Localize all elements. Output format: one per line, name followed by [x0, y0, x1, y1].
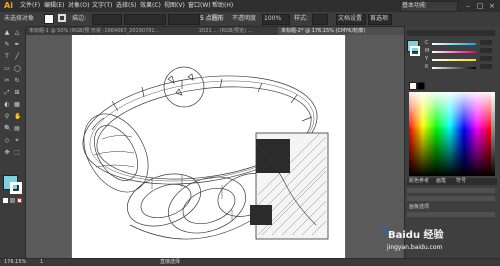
color-mode-button[interactable]	[3, 198, 8, 203]
menu-object[interactable]: 对象(O)	[68, 1, 89, 11]
menu-edit[interactable]: 编辑(E)	[44, 1, 64, 11]
gradient-tool-icon[interactable]: ▦	[14, 102, 20, 108]
zoom-tool-icon[interactable]: 🔍	[4, 126, 11, 132]
perspective-grid-icon[interactable]: ⬚	[14, 150, 20, 156]
type-tool-icon[interactable]: T	[4, 54, 10, 60]
ellipse-tool-icon[interactable]: ◯	[14, 66, 21, 72]
value-field-m[interactable]	[480, 48, 492, 53]
slider-m[interactable]	[432, 51, 476, 53]
stroke-label: 描边:	[72, 15, 87, 22]
value-field-c[interactable]	[480, 40, 492, 45]
slider-k[interactable]	[432, 67, 476, 69]
none-mode-button[interactable]	[17, 198, 22, 203]
rectangle-tool-icon[interactable]: ▭	[4, 66, 10, 72]
current-tool-status: 直接选择	[160, 259, 181, 265]
panel-row-1[interactable]	[407, 188, 495, 193]
slider-c[interactable]	[432, 43, 476, 45]
brush-tool-icon[interactable]: ✒	[14, 42, 20, 48]
graph-tool-icon[interactable]: ▤	[14, 126, 20, 132]
preferences-label: 首选项	[370, 15, 389, 22]
hand-tool-icon[interactable]: ✋	[14, 114, 21, 120]
app-logo: Ai	[4, 1, 13, 10]
symbol-sprayer-icon[interactable]: ✥	[4, 150, 10, 156]
slider-label-y: Y	[425, 56, 429, 62]
menu-view[interactable]: 视图(V)	[164, 1, 185, 11]
artboard-tool-icon[interactable]: ◇	[4, 138, 10, 144]
document-setup-label: 文档设置	[338, 15, 363, 22]
tab-document-1[interactable]: 未标题-1 @ 50% (RGB/预览)	[26, 27, 90, 35]
opacity-label: 不透明度	[232, 15, 257, 22]
white-swatch[interactable]	[409, 82, 417, 90]
selection-status: 未选择对象	[4, 15, 35, 22]
menu-select[interactable]: 选择(S)	[116, 1, 137, 11]
mesh-tool-icon[interactable]: ⊞	[14, 90, 20, 96]
menu-file[interactable]: 文件(F)	[20, 1, 40, 11]
fill-swatch-small[interactable]	[44, 14, 54, 24]
selection-tool-icon[interactable]: ▲	[4, 30, 10, 36]
page-number[interactable]: 1	[40, 259, 43, 265]
direct-selection-tool-icon[interactable]: △	[14, 30, 20, 36]
tab-document-3[interactable]: 2021 ... (RGB/预览) ...	[196, 27, 280, 35]
value-field-y[interactable]	[480, 56, 492, 61]
workspace-label: 基本功能	[402, 2, 427, 9]
variable-width-select[interactable]	[124, 14, 166, 25]
graphic-style-select[interactable]	[312, 14, 328, 25]
slider-label-m: M	[425, 48, 430, 54]
black-swatch[interactable]	[417, 82, 425, 90]
maximize-button[interactable]: □	[475, 1, 485, 11]
panel-tab-brushes[interactable]: 画笔	[436, 178, 446, 185]
watermark-url: jingyan.baidu.com	[387, 244, 443, 251]
color-panel-header	[407, 30, 495, 36]
tab-document-2[interactable]: 形状 -1664067_20190701...	[88, 27, 198, 35]
gradient-mode-button[interactable]	[10, 198, 15, 203]
panel-section-label: 画板选项	[409, 204, 430, 210]
close-button[interactable]: ×	[487, 1, 497, 11]
menu-window[interactable]: 窗口(W)	[188, 1, 211, 11]
panel-tab-color-guide[interactable]: 颜色参考	[409, 178, 429, 185]
value-field-k[interactable]	[480, 64, 492, 69]
scale-tool-icon[interactable]: ⤢	[4, 90, 10, 96]
panel-stroke-swatch[interactable]	[410, 46, 420, 56]
slider-y[interactable]	[432, 59, 476, 61]
artboard-right-guide	[345, 35, 346, 258]
brush-select[interactable]	[168, 14, 200, 25]
shape-builder-icon[interactable]: ◐	[4, 102, 10, 108]
brush-style-label: 5 点圆形	[200, 15, 224, 22]
slice-tool-icon[interactable]: ⌖	[14, 138, 20, 144]
slider-label-k: K	[425, 64, 429, 70]
eyedropper-icon[interactable]: ⚲	[4, 114, 10, 120]
menu-effect[interactable]: 效果(C)	[140, 1, 161, 11]
color-spectrum[interactable]	[409, 92, 491, 176]
stroke-color-swatch[interactable]	[10, 182, 22, 194]
slider-label-c: C	[425, 40, 429, 46]
opacity-value: 100%	[264, 15, 282, 22]
scissors-tool-icon[interactable]: ✂	[4, 78, 10, 84]
panel-row-2[interactable]	[407, 196, 495, 201]
menu-type[interactable]: 文字(T)	[92, 1, 112, 11]
pen-tool-icon[interactable]: ✎	[4, 42, 10, 48]
stroke-weight-field[interactable]	[92, 14, 122, 25]
menu-help[interactable]: 帮助(H)	[212, 1, 233, 11]
outline-artwork[interactable]	[72, 35, 345, 258]
line-tool-icon[interactable]: ╱	[14, 54, 20, 60]
panel-row-3[interactable]	[407, 212, 495, 217]
grayscale-ramp[interactable]	[491, 92, 495, 176]
watermark-brand: Baidu 经验	[388, 230, 444, 241]
rotate-tool-icon[interactable]: ↻	[14, 78, 20, 84]
style-label: 样式:	[294, 15, 309, 22]
tab-document-active[interactable]: 未标题-2* @ 176.15% (CMYK/轮廓)	[278, 27, 404, 35]
minimize-button[interactable]: –	[463, 1, 473, 11]
zoom-level[interactable]: 176.15%	[4, 259, 26, 265]
stroke-swatch-small[interactable]	[58, 14, 66, 22]
panel-tab-symbols[interactable]: 符号	[456, 178, 466, 185]
